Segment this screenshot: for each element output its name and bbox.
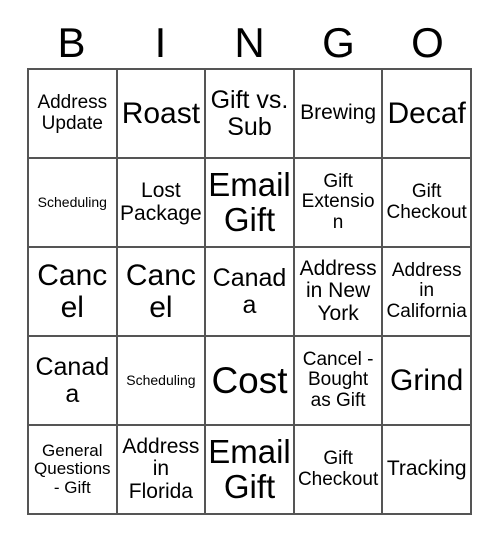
bingo-cell[interactable]: Cost: [206, 337, 295, 426]
bingo-cell-label: Lost Package: [120, 179, 202, 225]
bingo-cell[interactable]: Email Gift: [206, 426, 295, 515]
bingo-cell-label: Address in New York: [299, 257, 377, 325]
bingo-cell-label: Email Gift: [208, 165, 291, 238]
bingo-cell-label: Brewing: [300, 101, 377, 125]
bingo-cell-label: Gift Checkout: [386, 181, 467, 223]
header-letter-o: O: [411, 19, 444, 66]
bingo-cell-label: Cancel: [125, 258, 196, 324]
bingo-cell[interactable]: Gift vs. Sub: [206, 70, 295, 159]
bingo-cell-label: Grind: [390, 363, 464, 397]
bingo-cell-label: Canada: [212, 264, 287, 319]
bingo-cell[interactable]: Address in California: [383, 248, 472, 337]
bingo-cell-label: Decaf: [387, 96, 466, 130]
bingo-cell[interactable]: Cancel - Bought as Gift: [294, 337, 384, 426]
bingo-cell[interactable]: Gift Extension: [294, 159, 384, 248]
bingo-cell-label: Cancel: [37, 258, 108, 324]
bingo-header-row: B I N G O: [27, 18, 472, 68]
bingo-cell-label: Gift vs. Sub: [210, 86, 289, 141]
bingo-cell[interactable]: Decaf: [383, 70, 472, 159]
bingo-grid: Address Update Roast Gift vs. Sub Brewing De…: [27, 68, 472, 515]
bingo-cell[interactable]: Lost Package: [117, 159, 207, 248]
header-letter-b: B: [57, 19, 86, 66]
bingo-cell[interactable]: General Questions - Gift: [29, 426, 118, 515]
bingo-cell[interactable]: Roast: [117, 70, 207, 159]
bingo-card: B I N G O Address Update Roast Gift vs. Su…: [0, 0, 500, 544]
bingo-cell[interactable]: Tracking: [383, 426, 472, 515]
bingo-cell[interactable]: Cancel: [29, 248, 118, 337]
header-letter-n: N: [234, 19, 265, 66]
bingo-cell-label: Gift Checkout: [297, 448, 379, 490]
bingo-cell-label: Scheduling: [37, 194, 107, 211]
bingo-cell-label: Canada: [35, 353, 110, 408]
bingo-cell-label: General Questions - Gift: [34, 441, 111, 497]
bingo-cell[interactable]: Grind: [383, 337, 472, 426]
bingo-cell[interactable]: Address in New York: [294, 248, 384, 337]
bingo-cell-label: Cost: [211, 359, 288, 401]
bingo-cell-label: Address in Florida: [122, 435, 200, 503]
header-letter-i: I: [154, 19, 167, 66]
bingo-cell[interactable]: Address in Florida: [117, 426, 207, 515]
bingo-cell-label: Roast: [121, 96, 201, 130]
bingo-cell[interactable]: Gift Checkout: [383, 159, 472, 248]
bingo-cell[interactable]: Canada: [206, 248, 295, 337]
bingo-cell[interactable]: Cancel: [117, 248, 207, 337]
bingo-cell[interactable]: Email Gift: [206, 159, 295, 248]
bingo-cell[interactable]: Canada: [29, 337, 118, 426]
bingo-cell[interactable]: Brewing: [294, 70, 384, 159]
bingo-cell[interactable]: Address Update: [29, 70, 118, 159]
bingo-cell-label: Cancel - Bought as Gift: [302, 349, 374, 411]
bingo-cell-label: Address in California: [386, 260, 467, 322]
bingo-cell-label: Address Update: [37, 92, 108, 134]
bingo-cell-label: Gift Extension: [301, 171, 375, 233]
bingo-cell-label: Scheduling: [126, 372, 196, 389]
bingo-cell-label: Email Gift: [208, 432, 291, 505]
bingo-cell[interactable]: Scheduling: [29, 159, 118, 248]
bingo-cell[interactable]: Scheduling: [117, 337, 207, 426]
header-letter-g: G: [322, 19, 355, 66]
bingo-cell-label: Tracking: [386, 457, 467, 481]
bingo-cell[interactable]: Gift Checkout: [294, 426, 384, 515]
